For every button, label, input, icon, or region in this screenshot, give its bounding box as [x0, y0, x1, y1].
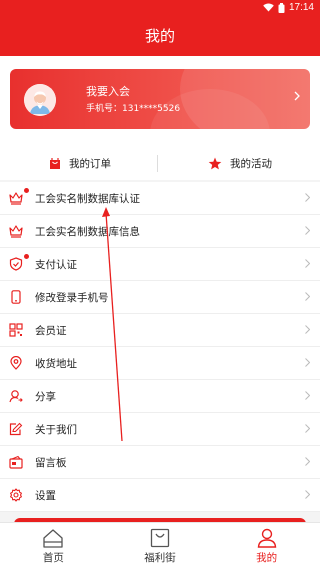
- menu-item-change-phone[interactable]: 修改登录手机号: [0, 281, 320, 314]
- menu-item-label: 支付认证: [35, 258, 77, 271]
- nav-welfare-street[interactable]: 福利街: [107, 523, 214, 568]
- settings-menu: 工会实名制数据库认证 工会实名制数据库信息 支付认证 修改登录手机号 会员证 收…: [0, 182, 320, 512]
- order-activity-tabs: 我的订单 我的活动: [0, 146, 320, 180]
- notification-dot: [24, 254, 29, 259]
- menu-item-message-board[interactable]: 留言板: [0, 446, 320, 479]
- nav-label: 首页: [42, 552, 64, 564]
- menu-item-label: 设置: [35, 489, 56, 502]
- chevron-right-icon: [305, 325, 310, 334]
- nav-home[interactable]: 首页: [0, 523, 107, 568]
- wifi-icon: [263, 3, 274, 12]
- status-icons: 17:14: [263, 2, 314, 13]
- notification-dot: [24, 188, 29, 193]
- menu-item-member-card[interactable]: 会员证: [0, 314, 320, 347]
- menu-item-share[interactable]: 分享: [0, 380, 320, 413]
- tab-label: 我的活动: [230, 157, 272, 170]
- menu-item-payment-auth[interactable]: 支付认证: [0, 248, 320, 281]
- menu-item-union-info[interactable]: 工会实名制数据库信息: [0, 215, 320, 248]
- status-time: 17:14: [288, 2, 314, 13]
- menu-item-shipping-address[interactable]: 收货地址: [0, 347, 320, 380]
- shopping-bag-icon: [150, 528, 170, 548]
- crown-icon: [9, 225, 23, 238]
- menu-item-about-us[interactable]: 关于我们: [0, 413, 320, 446]
- chevron-right-icon: [305, 193, 310, 202]
- nav-label: 我的: [256, 552, 278, 564]
- avatar-person-icon: [24, 84, 56, 116]
- tab-label: 我的订单: [69, 157, 111, 170]
- qr-code-icon: [9, 323, 23, 337]
- chevron-right-icon: [305, 358, 310, 367]
- nav-mine[interactable]: 我的: [213, 523, 320, 568]
- status-bar: 17:14: [0, 0, 320, 16]
- share-icon: [9, 390, 23, 403]
- phone-number: 手机号：131****5526: [86, 104, 181, 114]
- page-title: 我的: [0, 16, 320, 56]
- edit-note-icon: [9, 422, 23, 436]
- shopping-bag-icon: [50, 157, 60, 169]
- chevron-right-icon: [294, 91, 300, 101]
- person-icon: [257, 528, 276, 548]
- chevron-right-icon: [305, 424, 310, 433]
- tab-divider: [157, 155, 158, 172]
- gear-icon: [10, 488, 22, 502]
- menu-item-label: 会员证: [35, 324, 67, 337]
- bottom-nav: 首页 福利街 我的: [0, 522, 320, 568]
- menu-item-label: 关于我们: [35, 423, 77, 436]
- chevron-right-icon: [305, 391, 310, 400]
- tab-my-activities[interactable]: 我的活动: [160, 146, 320, 180]
- shield-check-icon: [9, 257, 23, 271]
- menu-item-settings[interactable]: 设置: [0, 479, 320, 512]
- home-icon: [43, 529, 63, 548]
- chevron-right-icon: [305, 292, 310, 301]
- chevron-right-icon: [305, 226, 310, 235]
- phone-icon: [11, 290, 21, 304]
- menu-item-label: 修改登录手机号: [35, 291, 109, 304]
- profile-card[interactable]: 我要入会 手机号：131****5526: [10, 69, 310, 129]
- star-icon: [208, 157, 222, 169]
- nav-label: 福利街: [144, 552, 176, 564]
- location-pin-icon: [10, 356, 22, 370]
- menu-item-union-auth[interactable]: 工会实名制数据库认证: [0, 182, 320, 215]
- chevron-right-icon: [305, 490, 310, 499]
- menu-item-label: 工会实名制数据库认证: [35, 192, 140, 205]
- chevron-right-icon: [305, 457, 310, 466]
- tab-my-orders[interactable]: 我的订单: [0, 146, 160, 180]
- menu-item-label: 收货地址: [35, 357, 77, 370]
- avatar[interactable]: [24, 84, 56, 116]
- message-board-icon: [9, 455, 23, 469]
- chevron-right-icon: [305, 259, 310, 268]
- crown-icon: [9, 192, 23, 205]
- menu-item-label: 工会实名制数据库信息: [35, 225, 140, 238]
- menu-item-label: 留言板: [35, 456, 67, 469]
- battery-icon: [278, 2, 285, 13]
- menu-item-label: 分享: [35, 390, 56, 403]
- join-label: 我要入会: [86, 85, 130, 98]
